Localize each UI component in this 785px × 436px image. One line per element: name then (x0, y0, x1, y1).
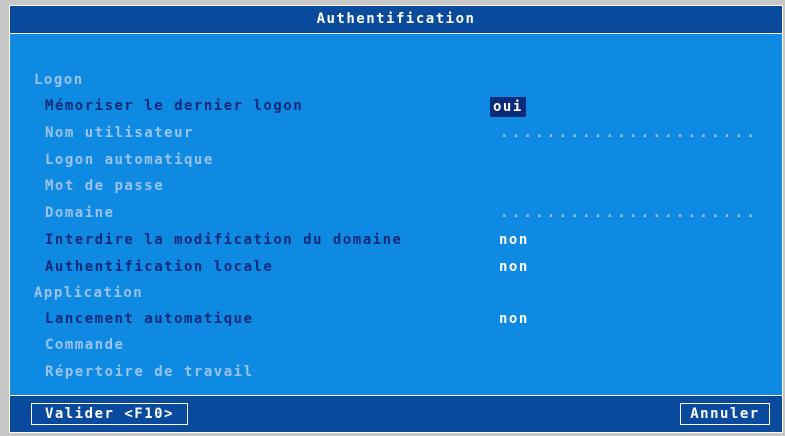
field-lancement-automatique[interactable]: Lancement automatique non (10, 306, 782, 332)
dialog-content: Logon Mémoriser le dernier logon oui Nom… (10, 34, 782, 396)
field-domaine-label: Domaine (45, 205, 115, 221)
field-repertoire-travail-label: Répertoire de travail (45, 364, 254, 380)
field-memoriser-logon-value[interactable]: oui (490, 97, 526, 117)
field-nom-utilisateur-label: Nom utilisateur (45, 125, 194, 141)
field-authentification-locale[interactable]: Authentification locale non (10, 254, 782, 280)
field-domaine-input: ...................... (500, 205, 759, 221)
section-application: Application (10, 280, 782, 306)
field-logon-automatique-label: Logon automatique (45, 152, 214, 168)
section-logon-label: Logon (34, 72, 84, 88)
field-interdire-modification[interactable]: Interdire la modification du domaine non (10, 227, 782, 253)
field-domaine: Domaine ...................... (10, 200, 782, 226)
field-authentification-locale-label: Authentification locale (45, 259, 274, 275)
field-lancement-automatique-value[interactable]: non (499, 306, 529, 332)
dialog-title: Authentification (10, 6, 782, 34)
field-logon-automatique: Logon automatique (10, 147, 782, 173)
valider-button[interactable]: Valider <F10> (31, 403, 188, 425)
field-interdire-modification-label: Interdire la modification du domaine (45, 232, 403, 248)
field-commande-label: Commande (45, 337, 125, 353)
field-memoriser-logon[interactable]: Mémoriser le dernier logon oui (10, 93, 782, 119)
field-commande: Commande (10, 332, 782, 358)
field-authentification-locale-value[interactable]: non (499, 254, 529, 280)
field-lancement-automatique-label: Lancement automatique (45, 311, 254, 327)
field-repertoire-travail: Répertoire de travail (10, 359, 782, 385)
authentication-dialog: Authentification Logon Mémoriser le dern… (9, 5, 783, 433)
field-interdire-modification-value[interactable]: non (499, 227, 529, 253)
section-application-label: Application (34, 285, 144, 301)
dialog-footer: Valider <F10> Annuler (10, 395, 782, 432)
field-nom-utilisateur-input: ...................... (500, 125, 759, 141)
annuler-button[interactable]: Annuler (680, 403, 770, 425)
field-mot-de-passe-label: Mot de passe (45, 178, 165, 194)
field-nom-utilisateur: Nom utilisateur ...................... (10, 120, 782, 146)
field-memoriser-logon-label: Mémoriser le dernier logon (45, 98, 304, 114)
section-logon: Logon (10, 67, 782, 93)
field-mot-de-passe: Mot de passe (10, 173, 782, 199)
